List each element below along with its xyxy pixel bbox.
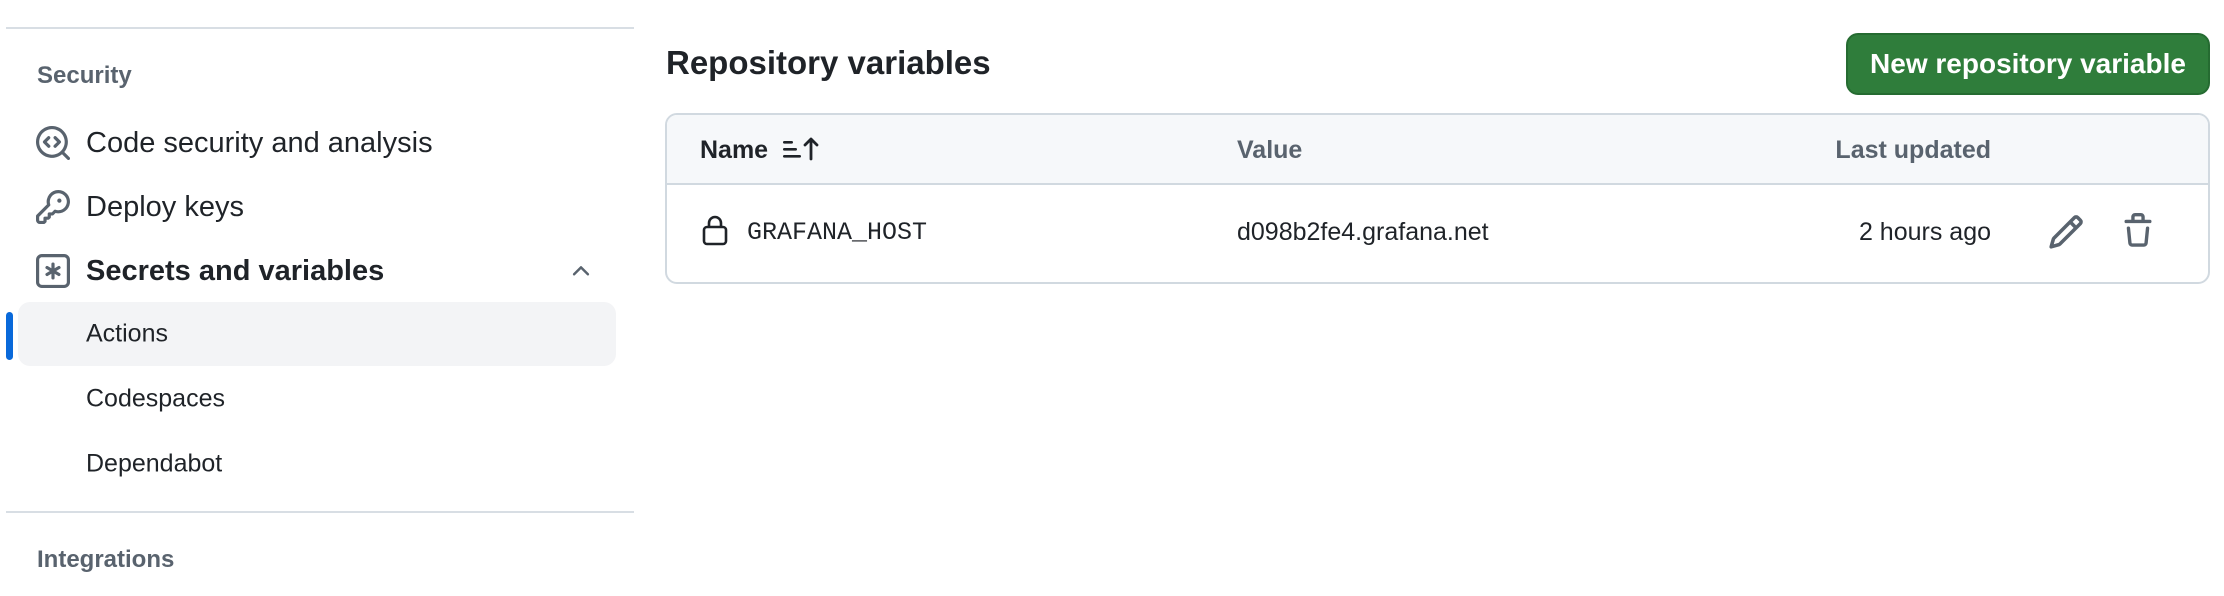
new-repository-variable-button[interactable]: New repository variable	[1846, 33, 2210, 95]
sidebar-item-deploy-keys[interactable]: Deploy keys	[18, 176, 616, 238]
sidebar-item-secrets-and-variables[interactable]: Secrets and variables	[18, 240, 616, 302]
section-heading-integrations: Integrations	[37, 546, 175, 573]
trash-icon[interactable]	[2120, 212, 2156, 250]
table-header: Name Value Last updated	[667, 115, 2208, 185]
sidebar-divider	[6, 27, 634, 29]
sidebar-subitem-dependabot[interactable]: Dependabot	[18, 432, 616, 496]
sidebar-subitem-actions[interactable]: Actions	[18, 302, 616, 366]
section-heading-security: Security	[37, 62, 132, 89]
sidebar-item-label: Deploy keys	[86, 190, 244, 223]
chevron-up-icon[interactable]	[568, 258, 594, 284]
column-header-name: Name	[700, 136, 769, 164]
sidebar-subitem-label: Actions	[86, 319, 168, 348]
variable-value: d098b2fe4.grafana.net	[1237, 218, 1489, 246]
sidebar-subitem-codespaces[interactable]: Codespaces	[18, 367, 616, 431]
table-row: GRAFANA_HOST d098b2fe4.grafana.net 2 hou…	[667, 185, 2208, 282]
lock-icon	[702, 215, 728, 246]
column-header-value: Value	[1237, 136, 1303, 164]
sort-ascending-icon[interactable]	[781, 133, 821, 165]
pencil-icon[interactable]	[2047, 213, 2085, 251]
active-indicator	[6, 312, 13, 360]
variable-name: GRAFANA_HOST	[747, 218, 928, 247]
codescan-icon	[36, 126, 70, 160]
sidebar-item-label: Secrets and variables	[86, 254, 385, 287]
sidebar-item-label: Code security and analysis	[86, 126, 433, 159]
sidebar-divider	[6, 511, 634, 513]
key-asterisk-icon	[36, 254, 70, 288]
column-header-last-updated: Last updated	[1835, 136, 1991, 164]
page-title: Repository variables	[666, 44, 991, 81]
sidebar-item-code-security[interactable]: Code security and analysis	[18, 112, 616, 174]
settings-sidebar: Security Code security and analysis Depl…	[0, 0, 634, 596]
key-icon	[36, 190, 70, 224]
sidebar-subitem-label: Codespaces	[86, 384, 225, 413]
variable-last-updated: 2 hours ago	[1858, 218, 1991, 246]
variables-table: Name Value Last updated GRAFANA_HOST d09…	[665, 113, 2210, 284]
sidebar-subitem-label: Dependabot	[86, 449, 223, 478]
